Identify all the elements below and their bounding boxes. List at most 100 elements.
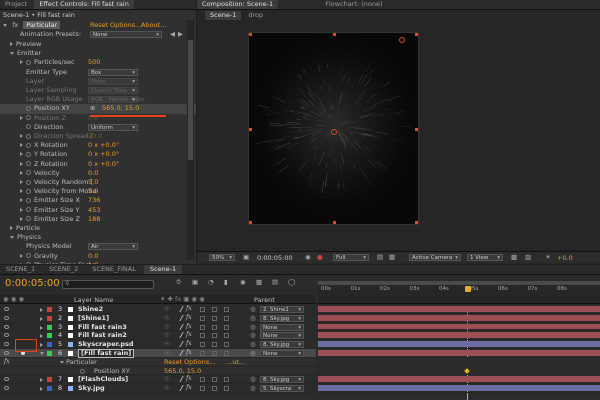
twirl-closed-icon[interactable] [20,216,23,221]
pickwhip-icon[interactable]: ◎ [250,331,256,340]
twirl-open-icon[interactable] [10,51,14,55]
parent-dropdown[interactable]: None [260,323,304,331]
animation-presets-dropdown[interactable]: None [90,31,162,38]
label-color-swatch[interactable] [47,324,52,330]
fx-switch-icon[interactable]: fx [186,375,192,384]
property-value[interactable]: 5.0 [88,178,98,187]
layer-duration-bar[interactable] [318,323,600,330]
stopwatch-icon[interactable] [26,115,31,121]
layer-row[interactable]: 3 Fill fast rain3 ☉ fx ◎ None [0,323,316,332]
parent-dropdown[interactable]: 8. Sky.jpg [260,376,304,384]
layer-duration-bar[interactable] [318,376,600,383]
quality-icon[interactable] [174,332,184,339]
property-row[interactable]: Direction Uniform [0,123,196,132]
parent-dropdown[interactable]: 8. Sky.jpg [260,314,304,322]
switch-box[interactable] [224,324,229,330]
property-row[interactable]: Emitter Size Z 188 [0,215,196,224]
handle-tr[interactable] [415,33,418,36]
subrow-prop-value[interactable]: 565.0, 15.0 [164,367,201,376]
effect-twirl-icon[interactable] [60,360,64,364]
pickwhip-icon[interactable]: ◎ [250,323,256,332]
frame-blend-icon[interactable]: ▮ [224,278,228,286]
time-ruler[interactable]: 00s 01s 02s 03s 04s 05s 06s 07s 08s [318,281,600,304]
stopwatch-icon[interactable] [26,170,31,176]
twirl-closed-icon[interactable] [20,170,23,175]
handle-bl[interactable] [249,221,252,224]
layer-track[interactable] [318,331,600,341]
twirl-closed-icon[interactable] [20,143,23,148]
switch-box[interactable] [212,315,217,321]
layer-twirl-icon[interactable] [40,325,43,330]
twirl-closed-icon[interactable] [10,42,13,46]
layer-row[interactable]: 2 [Shine1] ☉ fx ◎ 8. Sky.jpg [0,314,316,323]
label-color-swatch[interactable] [47,351,52,356]
layer-duration-bar[interactable] [318,341,600,347]
scrollbar[interactable] [187,20,194,260]
layer-row[interactable]: 6 [Fill fast rain] ☉ fx ◎ None [0,349,316,358]
stopwatch-icon[interactable] [26,207,31,213]
layer-twirl-icon[interactable] [40,308,43,312]
fx-switch-icon[interactable]: fx [186,340,192,349]
motion-blur-icon[interactable]: ◉ [240,278,246,286]
label-color-swatch[interactable] [47,315,52,321]
label-color-swatch[interactable] [47,377,52,383]
twirl-closed-icon[interactable] [20,115,23,120]
exposure-icon[interactable]: ☀ [545,253,551,261]
twirl-closed-icon[interactable] [20,253,23,258]
property-row[interactable]: Particle [0,224,196,233]
visibility-eye-icon[interactable] [4,342,9,347]
layer-track[interactable] [318,375,600,385]
stopwatch-icon[interactable] [26,179,31,185]
layer-twirl-icon[interactable] [40,378,43,383]
brainstorm-icon[interactable]: ▩ [256,278,262,286]
property-row[interactable]: Physics Model Air [0,242,196,251]
switch-box[interactable] [200,351,205,356]
preset-prev-icon[interactable]: ◀ [170,30,175,39]
timeline-tab[interactable]: SCENE_1 [0,265,41,274]
col-layer-name[interactable]: Layer Name [74,296,113,304]
label-color-swatch[interactable] [47,333,52,339]
property-row[interactable]: Velocity from Motio 5.0 [0,187,196,196]
layer-row[interactable]: 4 Fill fast rain2 ☉ fx ◎ None [0,331,316,341]
shy-icon[interactable]: ☉ [164,305,170,314]
property-row[interactable]: Emitter Size X 736 [0,196,196,205]
reset-link[interactable]: Reset [90,21,108,30]
layer-twirl-icon[interactable] [40,316,43,321]
camera-icon[interactable]: ▣ [243,253,249,261]
anchor-crosshair-icon[interactable] [331,129,337,135]
property-dropdown[interactable]: Uniform [88,123,138,131]
handle-ml[interactable] [249,128,252,131]
timeline-tab[interactable]: SCENE_2 [43,265,84,274]
switch-box[interactable] [212,386,217,392]
switch-box[interactable] [212,333,217,339]
tab-flowchart[interactable]: Flowchart: (none) [320,0,387,9]
exposure-value[interactable]: +0.0 [557,254,573,262]
about-link[interactable]: ...ut... [226,358,245,367]
layer-track[interactable] [318,340,600,349]
stopwatch-icon[interactable] [26,59,31,65]
switch-box[interactable] [212,377,217,383]
twirl-closed-icon[interactable] [20,262,23,264]
layer-duration-bar[interactable] [318,332,600,339]
property-dropdown[interactable]: Box [88,68,138,76]
quality-icon[interactable] [174,350,184,356]
property-row[interactable]: Z Rotation 0 x +0.0° [0,160,196,169]
property-row[interactable]: Emitter Size Y 453 [0,206,196,215]
fx-switch-icon[interactable]: fx [186,331,192,340]
switch-box[interactable] [212,307,217,312]
switch-box[interactable] [200,307,205,312]
layer-row[interactable]: 8 Sky.jpg ☉ fx ◎ 5. Skyscra [0,384,316,393]
property-value[interactable]: 453 [88,206,100,215]
property-row[interactable]: Emitter [0,49,196,58]
property-dropdown[interactable]: Air [88,243,138,251]
layer-row[interactable]: 7 [FlashClouds] ☉ fx ◎ 8. Sky.jpg [0,375,316,385]
visibility-eye-icon[interactable] [4,377,9,382]
comp-timecode[interactable]: 0:00:05:00 [257,254,293,262]
layer-name[interactable]: Shine2 [78,305,103,314]
layer-duration-bar[interactable] [318,385,600,391]
layer-track[interactable] [318,305,600,314]
switch-box[interactable] [212,342,217,348]
about-link[interactable]: About... [141,21,166,30]
handle-bm[interactable] [333,221,336,224]
property-row[interactable]: Direction Spread [20.0 [0,132,196,141]
